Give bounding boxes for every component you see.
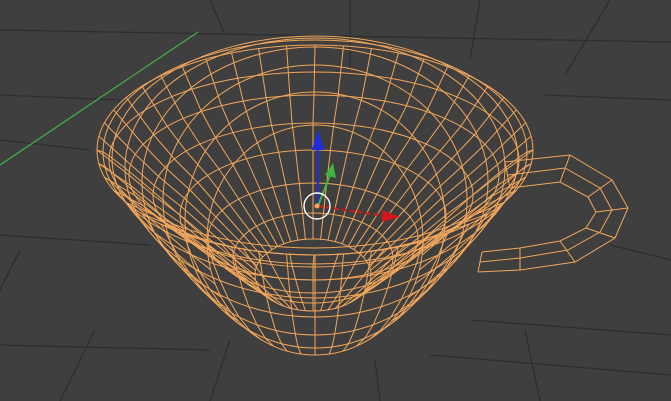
cup-meridian-line — [258, 48, 299, 241]
gizmo-y-arrow-icon[interactable] — [325, 163, 336, 178]
viewport-canvas[interactable] — [0, 0, 671, 401]
3d-viewport[interactable] — [0, 0, 671, 401]
cup-outer-meridian-line — [355, 246, 399, 347]
transform-gizmo[interactable] — [303, 130, 400, 222]
floor-grid — [0, 0, 671, 401]
gizmo-x-axis[interactable] — [317, 205, 386, 217]
cup-handle-segment — [595, 207, 629, 213]
gizmo-y-axis[interactable] — [317, 174, 331, 207]
cup-meridian-line — [205, 58, 285, 245]
cup-handle-segment — [587, 179, 613, 198]
cup-meridian-line — [327, 250, 372, 311]
cup-handle-segment — [559, 240, 576, 263]
cup-meridian-line — [286, 45, 306, 240]
cup-meridian-line — [320, 45, 344, 240]
cup-handle-middle-edge — [479, 167, 613, 263]
cup-outer-meridian-line — [328, 254, 344, 355]
cup-meridian-line — [362, 97, 505, 258]
cup-wireframe[interactable] — [96, 35, 629, 356]
cup-handle-segment — [585, 227, 616, 239]
cup-meridian-line — [125, 97, 264, 258]
gizmo-z-arrow-icon[interactable] — [312, 130, 324, 150]
cup-handle-outer-edge — [477, 154, 629, 273]
object-origin-point — [314, 203, 320, 209]
cup-meridian-line — [353, 75, 470, 250]
cup-meridian-line — [358, 85, 489, 254]
